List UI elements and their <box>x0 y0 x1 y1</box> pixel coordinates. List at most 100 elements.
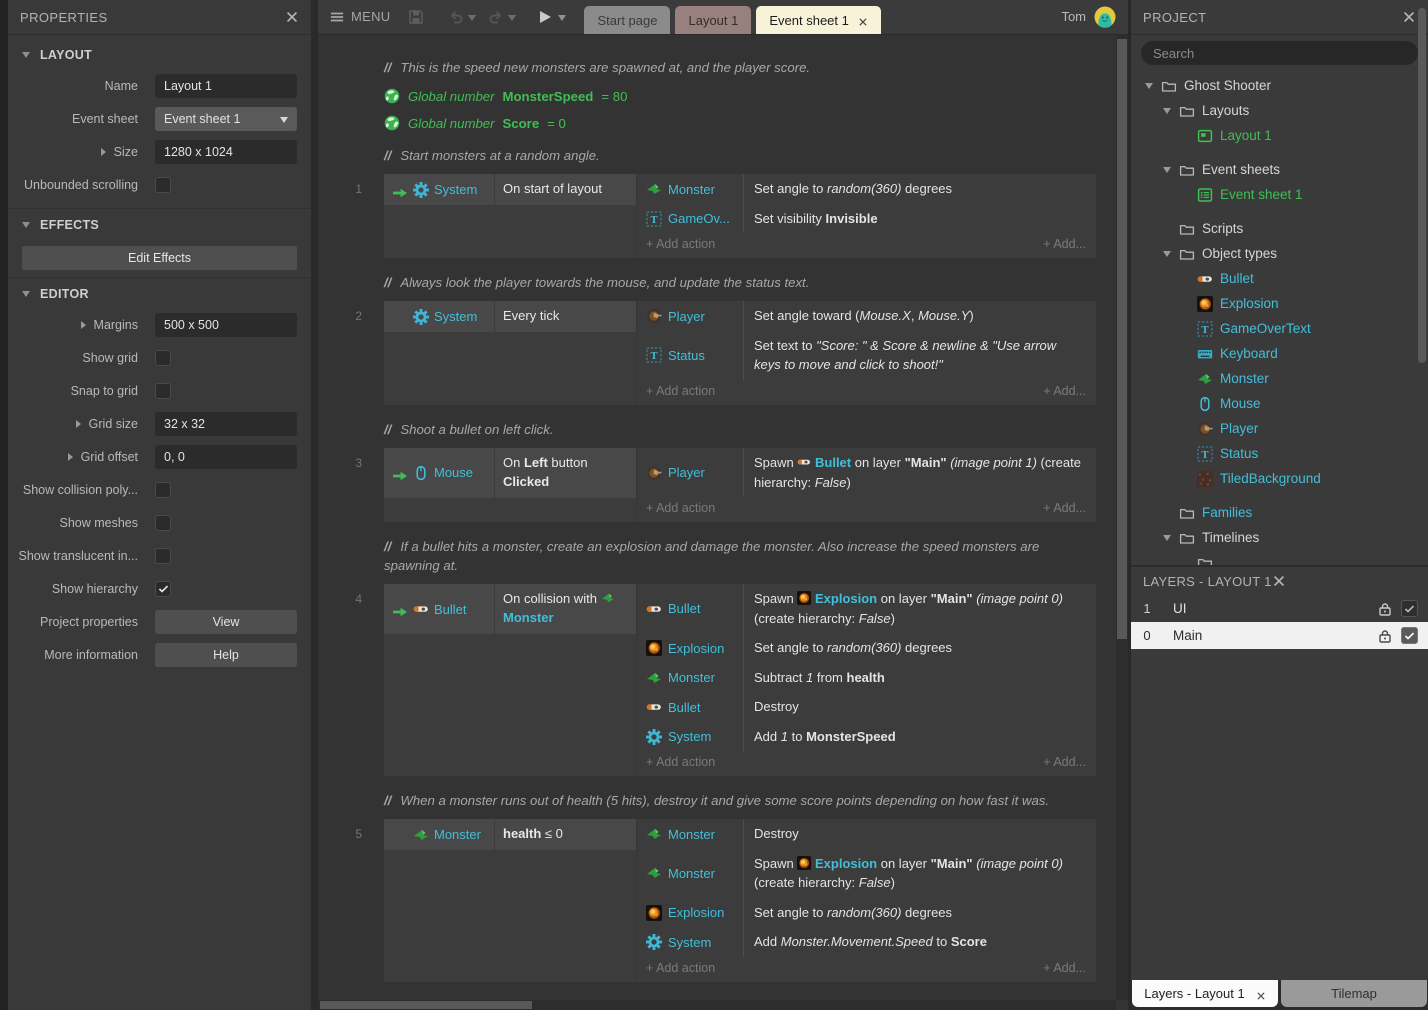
action-row[interactable]: ExplosionSet angle to random(360) degree… <box>637 898 1096 928</box>
action-row[interactable]: BulletDestroy <box>637 692 1096 722</box>
close-icon[interactable] <box>1256 989 1266 999</box>
tab-event-sheet-1[interactable]: Event sheet 1 <box>756 6 881 34</box>
property-input-margins[interactable] <box>155 313 297 337</box>
project-scrollbar-thumb[interactable] <box>1418 8 1426 363</box>
horizontal-scrollbar[interactable] <box>318 1000 1116 1010</box>
close-icon[interactable] <box>285 10 299 24</box>
action-row[interactable]: BulletSpawn Explosion on layer "Main" (i… <box>637 584 1096 633</box>
tree-item-layout-1[interactable]: Layout 1 <box>1131 123 1428 148</box>
section-header-editor[interactable]: EDITOR <box>8 277 311 308</box>
save-icon[interactable] <box>408 9 424 25</box>
checkbox-show-grid[interactable] <box>155 350 171 366</box>
chevron-right-icon[interactable] <box>76 420 81 428</box>
chevron-down-icon[interactable] <box>1163 535 1171 541</box>
tree-item-gameovertext[interactable]: TGameOverText <box>1131 316 1428 341</box>
add-action-link[interactable]: + Add action <box>646 961 715 975</box>
add-more-link[interactable]: + Add... <box>1043 755 1086 769</box>
tree-item-bullet[interactable]: Bullet <box>1131 266 1428 291</box>
tree-item-event-sheet-1[interactable]: Event sheet 1 <box>1131 182 1428 207</box>
event-block[interactable]: SystemEvery tickPlayerSet angle toward (… <box>384 301 1096 405</box>
action-row[interactable]: TGameOv...Set visibility Invisible <box>637 204 1096 234</box>
horizontal-scrollbar-thumb[interactable] <box>320 1001 532 1009</box>
global-variable[interactable]: Global numberScore= 0 <box>384 115 1116 131</box>
property-input-size[interactable] <box>155 140 297 164</box>
tree-expander[interactable] <box>1161 535 1179 541</box>
chevron-down-icon[interactable] <box>1163 167 1171 173</box>
property-input-name[interactable] <box>155 74 297 98</box>
close-icon[interactable] <box>1402 10 1416 24</box>
chevron-down-icon[interactable] <box>1163 251 1171 257</box>
tree-item-scripts[interactable]: Scripts <box>1131 216 1428 241</box>
action-row[interactable]: MonsterSet angle to random(360) degrees <box>637 174 1096 204</box>
button-view[interactable]: View <box>155 610 297 634</box>
checkbox-show-hierarchy[interactable] <box>155 581 171 597</box>
tree-expander[interactable] <box>1161 251 1179 257</box>
tree-item-families[interactable]: Families <box>1131 500 1428 525</box>
tree-item-layouts[interactable]: Layouts <box>1131 98 1428 123</box>
event-comment[interactable]: //Shoot a bullet on left click. <box>384 420 1084 439</box>
tree-expander[interactable] <box>1161 108 1179 114</box>
lock-icon[interactable] <box>1377 628 1393 644</box>
layer-row-main[interactable]: 0Main <box>1131 622 1428 649</box>
event-comment[interactable]: //Always look the player towards the mou… <box>384 273 1084 292</box>
action-row[interactable]: MonsterSubtract 1 from health <box>637 663 1096 693</box>
button-help[interactable]: Help <box>155 643 297 667</box>
chevron-down-icon[interactable] <box>22 291 30 297</box>
event-block[interactable]: Monsterhealth ≤ 0MonsterDestroyMonsterSp… <box>384 819 1096 982</box>
condition-cell[interactable]: Monsterhealth ≤ 0 <box>384 819 636 850</box>
event-comment[interactable]: //When a monster runs out of health (5 h… <box>384 791 1084 810</box>
tree-item-explosion[interactable]: Explosion <box>1131 291 1428 316</box>
layer-row-ui[interactable]: 1UI <box>1131 595 1428 622</box>
add-action-link[interactable]: + Add action <box>646 384 715 398</box>
tree-item-event-sheets[interactable]: Event sheets <box>1131 157 1428 182</box>
action-row[interactable]: MonsterSpawn Explosion on layer "Main" (… <box>637 849 1096 898</box>
section-header-layout[interactable]: LAYOUT <box>8 39 311 69</box>
redo-dropdown-icon[interactable] <box>508 8 516 26</box>
chevron-right-icon[interactable] <box>81 321 86 329</box>
tree-item-object-types[interactable]: Object types <box>1131 241 1428 266</box>
checkbox-show-translucent-in[interactable] <box>155 548 171 564</box>
chevron-down-icon[interactable] <box>1145 83 1153 89</box>
checkbox-show-collision-poly[interactable] <box>155 482 171 498</box>
add-more-link[interactable]: + Add... <box>1043 501 1086 515</box>
checkbox-show-meshes[interactable] <box>155 515 171 531</box>
bottom-tab-tilemap[interactable]: Tilemap <box>1281 980 1427 1007</box>
action-row[interactable]: SystemAdd Monster.Movement.Speed to Scor… <box>637 927 1096 957</box>
undo-dropdown-icon[interactable] <box>468 8 476 26</box>
checkbox-unbounded-scrolling[interactable] <box>155 177 171 193</box>
play-dropdown-icon[interactable] <box>558 8 566 26</box>
search-input[interactable] <box>1141 41 1418 65</box>
action-row[interactable]: ExplosionSet angle to random(360) degree… <box>637 633 1096 663</box>
checkbox-snap-to-grid[interactable] <box>155 383 171 399</box>
tree-item-folder[interactable] <box>1131 550 1428 565</box>
tree-item-monster[interactable]: Monster <box>1131 366 1428 391</box>
add-more-link[interactable]: + Add... <box>1043 961 1086 975</box>
event-block[interactable]: MouseOn Left button ClickedPlayerSpawn B… <box>384 448 1096 522</box>
add-more-link[interactable]: + Add... <box>1043 237 1086 251</box>
tree-item-timelines[interactable]: Timelines <box>1131 525 1428 550</box>
section-header-effects[interactable]: EFFECTS <box>8 208 311 239</box>
play-icon[interactable] <box>538 10 552 24</box>
action-row[interactable]: MonsterDestroy <box>637 819 1096 849</box>
close-icon[interactable] <box>1272 574 1286 588</box>
condition-cell[interactable]: SystemEvery tick <box>384 301 636 332</box>
action-row[interactable]: TStatusSet text to "Score: " & Score & n… <box>637 331 1096 380</box>
tab-start-page[interactable]: Start page <box>584 6 670 34</box>
action-row[interactable]: PlayerSpawn Bullet on layer "Main" (imag… <box>637 448 1096 497</box>
global-variable[interactable]: Global numberMonsterSpeed= 80 <box>384 88 1116 104</box>
tree-item-mouse[interactable]: Mouse <box>1131 391 1428 416</box>
chevron-right-icon[interactable] <box>68 453 73 461</box>
event-comment[interactable]: //If a bullet hits a monster, create an … <box>384 537 1084 575</box>
bottom-tab-layers-layout-1[interactable]: Layers - Layout 1 <box>1132 980 1278 1007</box>
event-block[interactable]: SystemOn start of layoutMonsterSet angle… <box>384 174 1096 258</box>
user-avatar[interactable] <box>1094 6 1116 28</box>
tree-item-ghost-shooter[interactable]: Ghost Shooter <box>1131 73 1428 98</box>
add-action-link[interactable]: + Add action <box>646 501 715 515</box>
lock-icon[interactable] <box>1377 601 1393 617</box>
condition-cell[interactable]: BulletOn collision with Monster <box>384 584 636 634</box>
event-block[interactable]: BulletOn collision with MonsterBulletSpa… <box>384 584 1096 776</box>
layer-visible-checkbox[interactable] <box>1401 600 1418 617</box>
action-row[interactable]: SystemAdd 1 to MonsterSpeed <box>637 722 1096 752</box>
tree-expander[interactable] <box>1161 167 1179 173</box>
event-comment[interactable]: //Start monsters at a random angle. <box>384 146 1084 165</box>
